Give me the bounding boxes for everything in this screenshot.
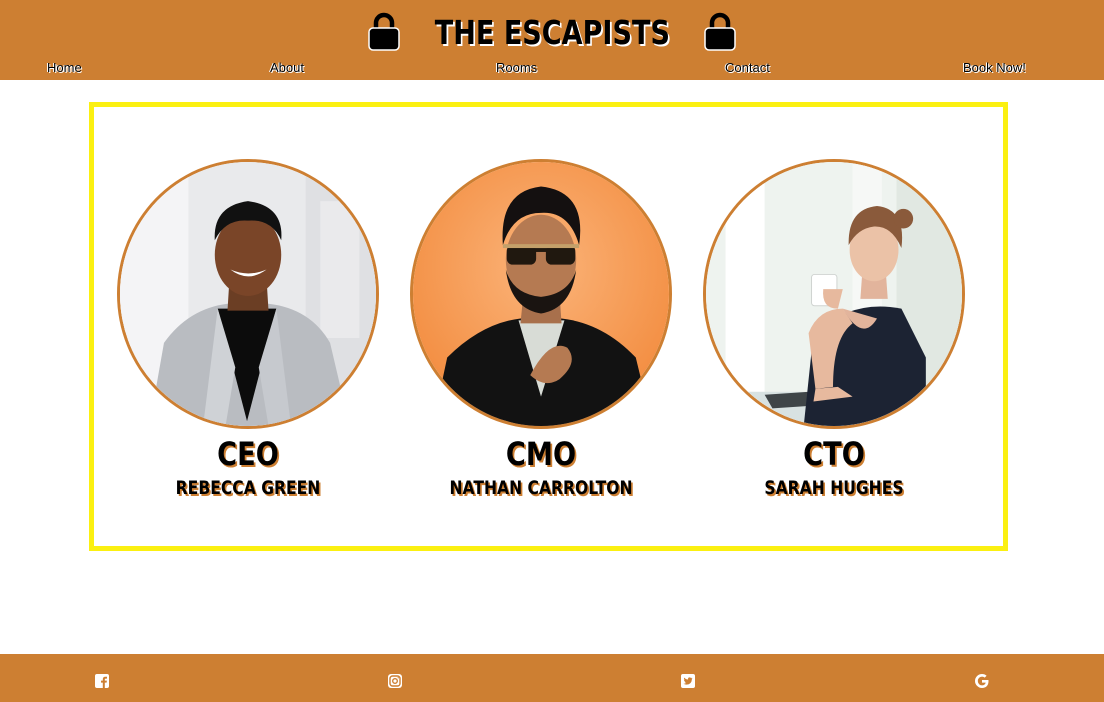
nav-contact[interactable]: Contact xyxy=(725,60,770,75)
member-name: SARAH HUGHES xyxy=(764,477,904,499)
member-name: REBECCA GREEN xyxy=(175,477,321,499)
nav-about[interactable]: About xyxy=(270,60,304,75)
nav-home[interactable]: Home xyxy=(47,60,82,75)
nav-rooms[interactable]: Rooms xyxy=(496,60,537,75)
main-nav: Home About Rooms Contact Book Now! xyxy=(0,60,1104,80)
brand[interactable]: THE ESCAPISTS xyxy=(0,10,1104,54)
member-name: NATHAN CARROLTON xyxy=(449,477,633,499)
team-member-ceo: CEO REBECCA GREEN xyxy=(116,159,380,503)
facebook-icon[interactable] xyxy=(94,673,110,689)
team-member-cto: CTO SARAH HUGHES xyxy=(702,159,966,503)
site-title: THE ESCAPISTS xyxy=(434,12,670,52)
team-member-cmo: CMO NATHAN CARROLTON xyxy=(409,159,673,503)
cto-photo xyxy=(703,159,965,429)
instagram-icon[interactable] xyxy=(387,673,403,689)
member-role: CMO xyxy=(505,435,577,473)
member-role: CTO xyxy=(803,435,865,473)
team-section: CEO REBECCA GREEN CMO NATHAN CARROLTON C… xyxy=(89,102,1008,551)
ceo-photo xyxy=(117,159,379,429)
site-header: THE ESCAPISTS Home About Rooms Contact B… xyxy=(0,0,1104,80)
google-icon[interactable] xyxy=(974,673,990,689)
lock-icon xyxy=(367,12,401,52)
member-role: CEO xyxy=(217,435,279,473)
lock-icon xyxy=(703,12,737,52)
nav-book-now[interactable]: Book Now! xyxy=(963,60,1026,75)
cmo-photo xyxy=(410,159,672,429)
site-footer xyxy=(0,654,1104,702)
twitter-icon[interactable] xyxy=(680,673,696,689)
